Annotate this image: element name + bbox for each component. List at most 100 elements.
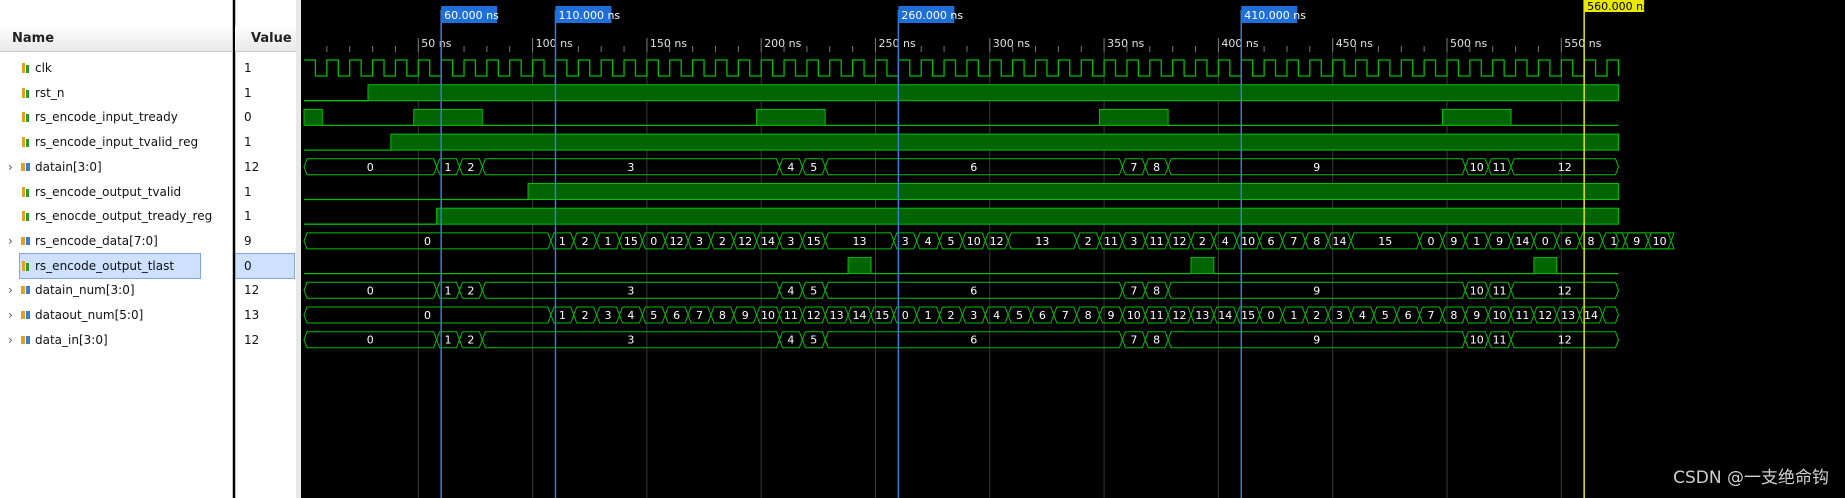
encode-data-bus-value-label: 9	[1450, 235, 1457, 248]
encode-data-bus-value-label: 10	[967, 235, 981, 248]
dataout-num-bus-value-label: 11	[1515, 309, 1529, 322]
signal-value[interactable]: 1	[236, 180, 294, 204]
encode-data-bus-value-label: 12	[670, 235, 684, 248]
ruler-tick-label: 300 ns	[993, 37, 1030, 50]
ruler-tick-label: 450 ns	[1336, 37, 1373, 50]
signal-value[interactable]: 12	[236, 328, 294, 352]
expand-chevron-icon[interactable]: ›	[8, 229, 18, 253]
data-in-bus-value-label: 5	[810, 334, 817, 347]
encode-data-bus-value-label: 1	[559, 235, 566, 248]
expand-chevron-icon[interactable]: ›	[8, 328, 18, 352]
signal-row-rs-encode-input-tvalid-reg[interactable]: rs_encode_input_tvalid_reg	[0, 130, 232, 154]
signal-value[interactable]: 12	[236, 278, 294, 302]
datain-bus-value-label: 9	[1313, 161, 1320, 174]
data-in-bus-value-label: 1	[445, 334, 452, 347]
bit-signal-icon	[22, 261, 29, 271]
signal-value[interactable]: 1	[236, 81, 294, 105]
signal-name: rs_encode_data[7:0]	[35, 234, 158, 248]
name-column-header[interactable]: Name	[0, 26, 232, 52]
dataout-num-bus-value-label: 7	[696, 309, 703, 322]
bit-signal-icon	[22, 187, 29, 197]
dataout-num-bus-value-label: 2	[947, 309, 954, 322]
dataout-num-bus-value-label: 13	[830, 309, 844, 322]
dataout-num-bus-value-label: 2	[1313, 309, 1320, 322]
dataout-num-bus-value-label: 15	[875, 309, 889, 322]
ruler-tick-label: 150 ns	[650, 37, 687, 50]
expand-chevron-icon[interactable]: ›	[8, 155, 18, 179]
encode-data-bus-value-label: 13	[852, 235, 866, 248]
dataout-num-bus-value-label: 4	[993, 309, 1000, 322]
data-in-bus-value-label: 10	[1470, 334, 1484, 347]
bit-signal-icon	[22, 137, 29, 147]
signal-value[interactable]: 1	[236, 130, 294, 154]
datain-bus-value-label: 12	[1558, 161, 1572, 174]
signal-row-dataout-num-5-0[interactable]: › dataout_num[5:0]	[0, 303, 232, 327]
signal-row-rs-encode-input-tready[interactable]: rs_encode_input_tready	[0, 105, 232, 129]
signal-value[interactable]: 1	[236, 204, 294, 228]
datain-bus-value-label: 3	[627, 161, 634, 174]
datain-num-bus-value-label: 2	[467, 284, 474, 297]
signal-row-rst-n[interactable]: rst_n	[0, 81, 232, 105]
dataout-num-bus-value-label: 11	[1150, 309, 1164, 322]
encode-data-bus-value-label: 2	[719, 235, 726, 248]
expand-chevron-icon[interactable]: ›	[8, 303, 18, 327]
encode-data-bus-value-label: 6	[1267, 235, 1274, 248]
signal-value[interactable]: 13	[236, 303, 294, 327]
signal-value[interactable]: 1	[236, 56, 294, 80]
encode-data-bus-value-label: 13	[1035, 235, 1049, 248]
signal-row-rs-encode-output-tvalid[interactable]: rs_encode_output_tvalid	[0, 180, 232, 204]
dataout-num-bus-value-label: 14	[1584, 309, 1598, 322]
dataout-num-bus-value-label: 0	[902, 309, 909, 322]
encode-data-bus-value-label: 0	[424, 235, 431, 248]
signal-value[interactable]: 0	[236, 105, 294, 129]
datain-num-bus-value-label: 10	[1470, 284, 1484, 297]
signal-row-data-in-3-0[interactable]: › data_in[3:0]	[0, 328, 232, 352]
encode-data-bus-value-label: 3	[902, 235, 909, 248]
datain-num-bus-value-label: 1	[445, 284, 452, 297]
dataout-num-bus-value-label: 15	[1241, 309, 1255, 322]
datain-num-bus-value-label: 9	[1313, 284, 1320, 297]
input-tready-waveform	[1441, 108, 1512, 126]
dataout-num-bus-value-label: 8	[1450, 309, 1457, 322]
signal-name: datain[3:0]	[35, 160, 102, 174]
ruler-tick-label: 400 ns	[1221, 37, 1258, 50]
value-column-header[interactable]: Value	[235, 26, 296, 52]
bit-signal-icon	[22, 112, 29, 122]
bus-signal-icon	[21, 237, 30, 245]
input-tready-waveform	[413, 108, 483, 126]
output-tlast-waveform	[1533, 257, 1558, 275]
encode-data-bus-value-label: 0	[650, 235, 657, 248]
dataout-num-bus-value-label: 10	[761, 309, 775, 322]
time-marker-label: 60.000 ns	[444, 9, 499, 22]
encode-data-bus-value-label: 15	[624, 235, 638, 248]
dataout-num-bus-value-label: 6	[1405, 309, 1412, 322]
expand-chevron-icon[interactable]: ›	[8, 278, 18, 302]
watermark: CSDN @一支绝命钩	[1673, 468, 1829, 488]
bit-signal-icon	[22, 63, 29, 73]
encode-data-bus-value-label: 11	[1104, 235, 1118, 248]
dataout-num-bus-segment	[1601, 306, 1619, 324]
dataout-num-bus-value-label: 12	[1538, 309, 1552, 322]
signal-row-datain-3-0[interactable]: › datain[3:0]	[0, 155, 232, 179]
encode-data-bus-value-label: 3	[696, 235, 703, 248]
dataout-num-bus-value-label: 13	[1561, 309, 1575, 322]
datain-num-bus-value-label: 0	[367, 284, 374, 297]
signal-value[interactable]: 0	[235, 253, 295, 279]
ruler-tick-label: 550 ns	[1564, 37, 1601, 50]
output-tready-reg-waveform	[436, 207, 1619, 225]
signal-value[interactable]: 9	[236, 229, 294, 253]
signal-value[interactable]: 12	[236, 155, 294, 179]
datain-bus-value-label: 6	[970, 161, 977, 174]
signal-row-rs-encode-output-tlast[interactable]: rs_encode_output_tlast	[19, 253, 201, 279]
encode-data-bus-value-label: 1	[1473, 235, 1480, 248]
ruler-tick-label: 200 ns	[764, 37, 801, 50]
signal-row-clk[interactable]: clk	[0, 56, 232, 80]
signal-row-datain-num-3-0[interactable]: › datain_num[3:0]	[0, 278, 232, 302]
encode-data-bus-value-label: 5	[947, 235, 954, 248]
signal-row-rs-enocde-output-tready-reg[interactable]: rs_enocde_output_tready_reg	[0, 204, 232, 228]
datain-bus-value-label: 1	[445, 161, 452, 174]
datain-bus-value-label: 7	[1130, 161, 1137, 174]
waveform-view[interactable]: 50 ns 100 ns 150 ns 200 ns 250 ns 300 ns 350 n…	[301, 0, 1845, 498]
signal-row-rs-encode-data-7-0[interactable]: › rs_encode_data[7:0]	[0, 229, 232, 253]
datain-bus-value-label: 4	[787, 161, 794, 174]
